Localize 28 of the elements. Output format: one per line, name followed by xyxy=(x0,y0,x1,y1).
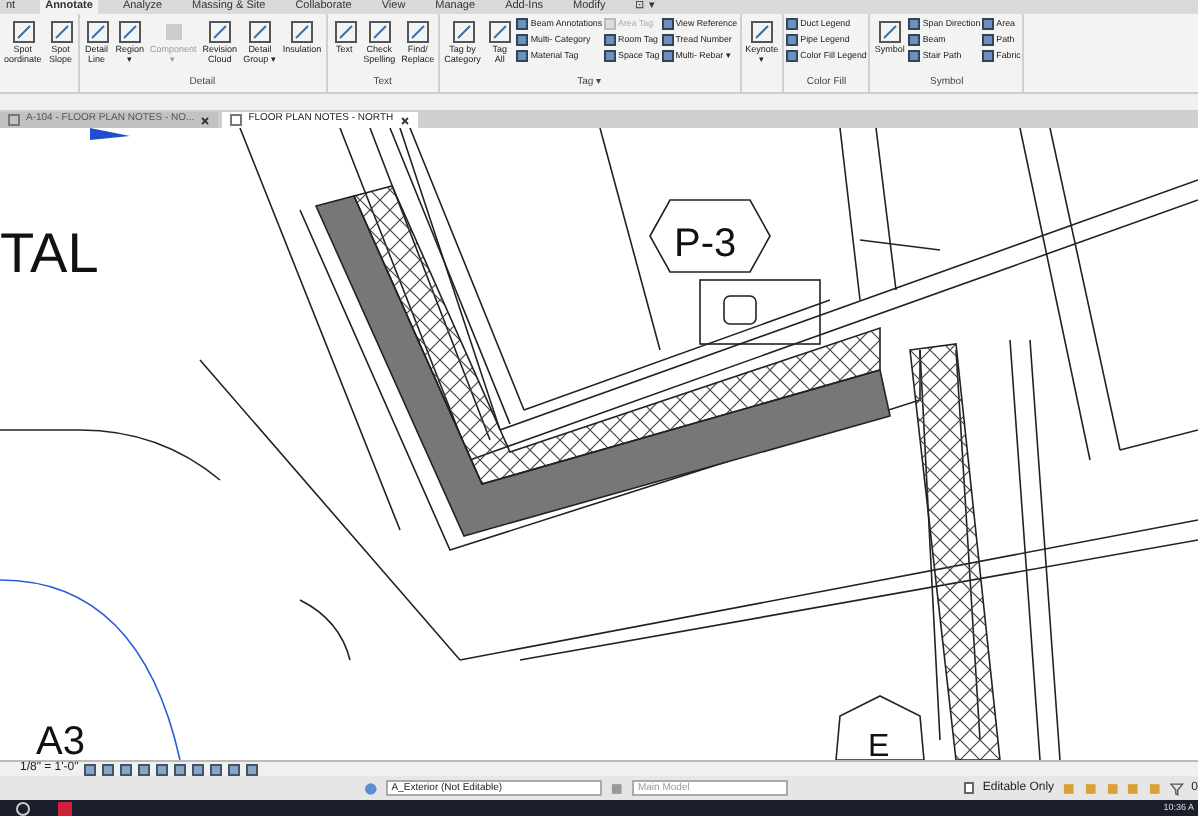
design-option-icon xyxy=(610,781,624,795)
view-icon xyxy=(8,114,20,126)
drawing-label: TAL xyxy=(0,222,99,284)
tool-icon xyxy=(246,18,273,44)
close-icon xyxy=(200,115,211,125)
tool-icon xyxy=(9,18,36,44)
drawing-label: P-3 xyxy=(674,222,737,266)
tool-icon xyxy=(748,18,775,44)
filter-icon xyxy=(1169,781,1184,795)
tool-icon xyxy=(206,18,233,44)
tool-icon xyxy=(404,18,431,44)
circle-icon xyxy=(16,801,30,815)
app-icon xyxy=(58,801,72,815)
drawing-label: E xyxy=(868,730,890,760)
tool-icon xyxy=(83,18,110,44)
tool-icon xyxy=(876,18,903,44)
tool-icon xyxy=(366,18,393,44)
editable-only-checkbox[interactable] xyxy=(963,782,975,794)
drawing-label: A3 xyxy=(36,720,85,760)
tool-icon xyxy=(486,18,513,44)
view-icon xyxy=(230,114,243,126)
tool-icon xyxy=(116,18,143,44)
tool-icon xyxy=(331,18,358,44)
workset-icon xyxy=(364,781,378,795)
tool-icon xyxy=(288,18,315,44)
tool-icon xyxy=(449,18,476,44)
close-icon xyxy=(399,115,410,125)
tool-icon xyxy=(47,18,74,44)
